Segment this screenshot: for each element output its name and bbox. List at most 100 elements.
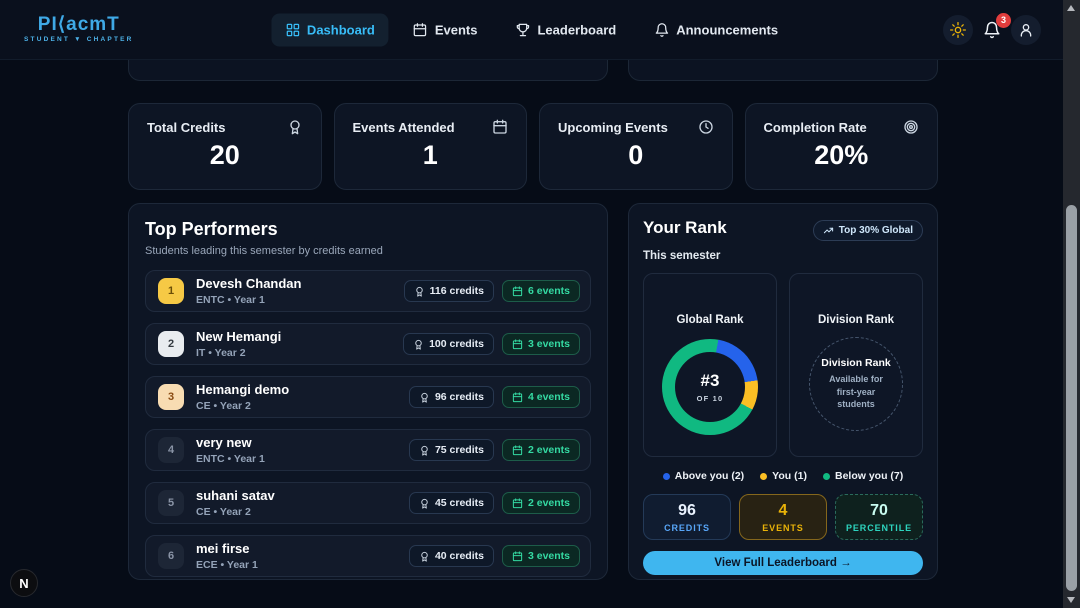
- global-rank-title: Global Rank: [676, 314, 743, 326]
- stat-value: 20%: [764, 140, 920, 171]
- partial-card-left: [128, 60, 608, 81]
- performer-name: suhani satav: [196, 488, 275, 503]
- performer-meta: IT • Year 2: [196, 347, 281, 359]
- acm-chapter-logo[interactable]: PI⟨acmT STUDENT ▼ CHAPTER: [24, 15, 134, 44]
- performer-row: 1 Devesh Chandan ENTC • Year 1 116 credi…: [145, 270, 591, 312]
- medal-icon: [419, 498, 430, 509]
- rank-badge: 6: [158, 543, 184, 569]
- global-rank-total: OF 10: [697, 394, 724, 403]
- tab-label: Dashboard: [307, 22, 375, 37]
- performer-name: very new: [196, 435, 265, 450]
- top-global-badge: Top 30% Global: [813, 220, 923, 241]
- credits-pill: 96 credits: [409, 386, 494, 408]
- stat-card-events-attended: Events Attended 1: [334, 103, 528, 190]
- top-performers-card: Top Performers Students leading this sem…: [128, 203, 608, 580]
- stat-value: 20: [147, 140, 303, 171]
- tab-leaderboard[interactable]: Leaderboard: [501, 13, 630, 46]
- rank-badge: 4: [158, 437, 184, 463]
- dashboard-lower-row: Top Performers Students leading this sem…: [128, 203, 938, 580]
- vertical-scrollbar[interactable]: [1063, 0, 1080, 608]
- performer-name: mei firse: [196, 541, 258, 556]
- profile-button[interactable]: [1011, 15, 1041, 45]
- stat-label: Completion Rate: [764, 120, 867, 135]
- credits-stat-box: 96 CREDITS: [643, 494, 731, 540]
- tab-label: Events: [435, 22, 478, 37]
- view-full-leaderboard-button[interactable]: View Full Leaderboard →: [643, 551, 923, 575]
- notifications-button[interactable]: 3: [977, 15, 1007, 45]
- medal-icon: [414, 286, 425, 297]
- scrollbar-down-arrow[interactable]: [1067, 597, 1075, 603]
- performer-row: 6 mei firse ECE • Year 1 40 credits 3 ev…: [145, 535, 591, 577]
- events-pill: 3 events: [502, 333, 580, 355]
- medal-icon: [419, 392, 430, 403]
- dashboard-grid-icon: [285, 22, 300, 37]
- sun-icon: [950, 22, 966, 38]
- top-performers-list: 1 Devesh Chandan ENTC • Year 1 116 credi…: [145, 270, 591, 577]
- rank-badge: 5: [158, 490, 184, 516]
- medal-icon: [419, 551, 430, 562]
- partial-card-right: [628, 60, 938, 81]
- events-pill: 2 events: [502, 492, 580, 514]
- medal-icon: [287, 119, 303, 135]
- rank-badge: 3: [158, 384, 184, 410]
- performer-meta: ENTC • Year 1: [196, 453, 265, 465]
- stat-card-completion-rate: Completion Rate 20%: [745, 103, 939, 190]
- performer-row: 5 suhani satav CE • Year 2 45 credits 2 …: [145, 482, 591, 524]
- target-icon: [903, 119, 919, 135]
- clock-icon: [698, 119, 714, 135]
- your-rank-stats: 96 CREDITS 4 EVENTS 70 PERCENTILE: [643, 494, 923, 540]
- notification-count-badge: 3: [996, 13, 1011, 28]
- division-rank-panel: Division Rank Division Rank Available fo…: [789, 273, 923, 457]
- division-rank-title: Division Rank: [818, 314, 894, 326]
- legend-dot: [663, 473, 670, 480]
- credits-pill: 75 credits: [409, 439, 494, 461]
- tab-label: Announcements: [676, 22, 778, 37]
- division-rank-placeholder: Division Rank Available for first-year s…: [809, 337, 903, 431]
- medal-icon: [413, 339, 424, 350]
- your-rank-subtitle: This semester: [643, 250, 923, 262]
- calendar-icon: [512, 339, 523, 350]
- trending-up-icon: [823, 225, 834, 236]
- tab-events[interactable]: Events: [399, 13, 492, 46]
- stat-card-upcoming-events: Upcoming Events 0: [539, 103, 733, 190]
- calendar-icon: [512, 392, 523, 403]
- stat-label: Total Credits: [147, 120, 226, 135]
- calendar-icon: [512, 286, 523, 297]
- calendar-icon: [492, 119, 508, 135]
- performer-meta: CE • Year 2: [196, 400, 289, 412]
- rank-badge: 1: [158, 278, 184, 304]
- performer-name: New Hemangi: [196, 329, 281, 344]
- scrollbar-thumb[interactable]: [1066, 205, 1077, 591]
- stat-card-total-credits: Total Credits 20: [128, 103, 322, 190]
- percentile-stat-box: 70 PERCENTILE: [835, 494, 923, 540]
- events-pill: 4 events: [502, 386, 580, 408]
- performer-row: 4 very new ENTC • Year 1 75 credits 2 ev…: [145, 429, 591, 471]
- tab-dashboard[interactable]: Dashboard: [271, 13, 389, 46]
- your-rank-title: Your Rank: [643, 218, 727, 238]
- calendar-icon: [512, 445, 523, 456]
- logo-subtext: STUDENT ▼ CHAPTER: [24, 37, 134, 44]
- scrollbar-up-arrow[interactable]: [1067, 5, 1075, 11]
- your-rank-card: Your Rank Top 30% Global This semester G…: [628, 203, 938, 580]
- rank-badge: 2: [158, 331, 184, 357]
- rank-chart-legend: Above you (2) You (1) Below you (7): [643, 470, 923, 482]
- user-icon: [1018, 22, 1034, 38]
- global-rank-value: #3: [701, 371, 720, 391]
- legend-below-you: Below you (7): [823, 470, 903, 482]
- performer-meta: CE • Year 2: [196, 506, 275, 518]
- global-rank-chart: #3 OF 10: [662, 339, 758, 435]
- performer-name: Devesh Chandan: [196, 276, 301, 291]
- performer-meta: ENTC • Year 1: [196, 294, 301, 306]
- nextjs-devtools-badge[interactable]: N: [10, 569, 38, 597]
- credits-pill: 116 credits: [404, 280, 494, 302]
- legend-dot: [823, 473, 830, 480]
- stats-row: Total Credits 20 Events Attended 1 Upcom…: [128, 103, 938, 190]
- stat-value: 1: [353, 140, 509, 171]
- legend-you: You (1): [760, 470, 807, 482]
- global-rank-panel: Global Rank #3 OF 10: [643, 273, 777, 457]
- tab-announcements[interactable]: Announcements: [640, 13, 792, 46]
- performer-name: Hemangi demo: [196, 382, 289, 397]
- theme-toggle-button[interactable]: [943, 15, 973, 45]
- legend-dot: [760, 473, 767, 480]
- performer-row: 2 New Hemangi IT • Year 2 100 credits 3 …: [145, 323, 591, 365]
